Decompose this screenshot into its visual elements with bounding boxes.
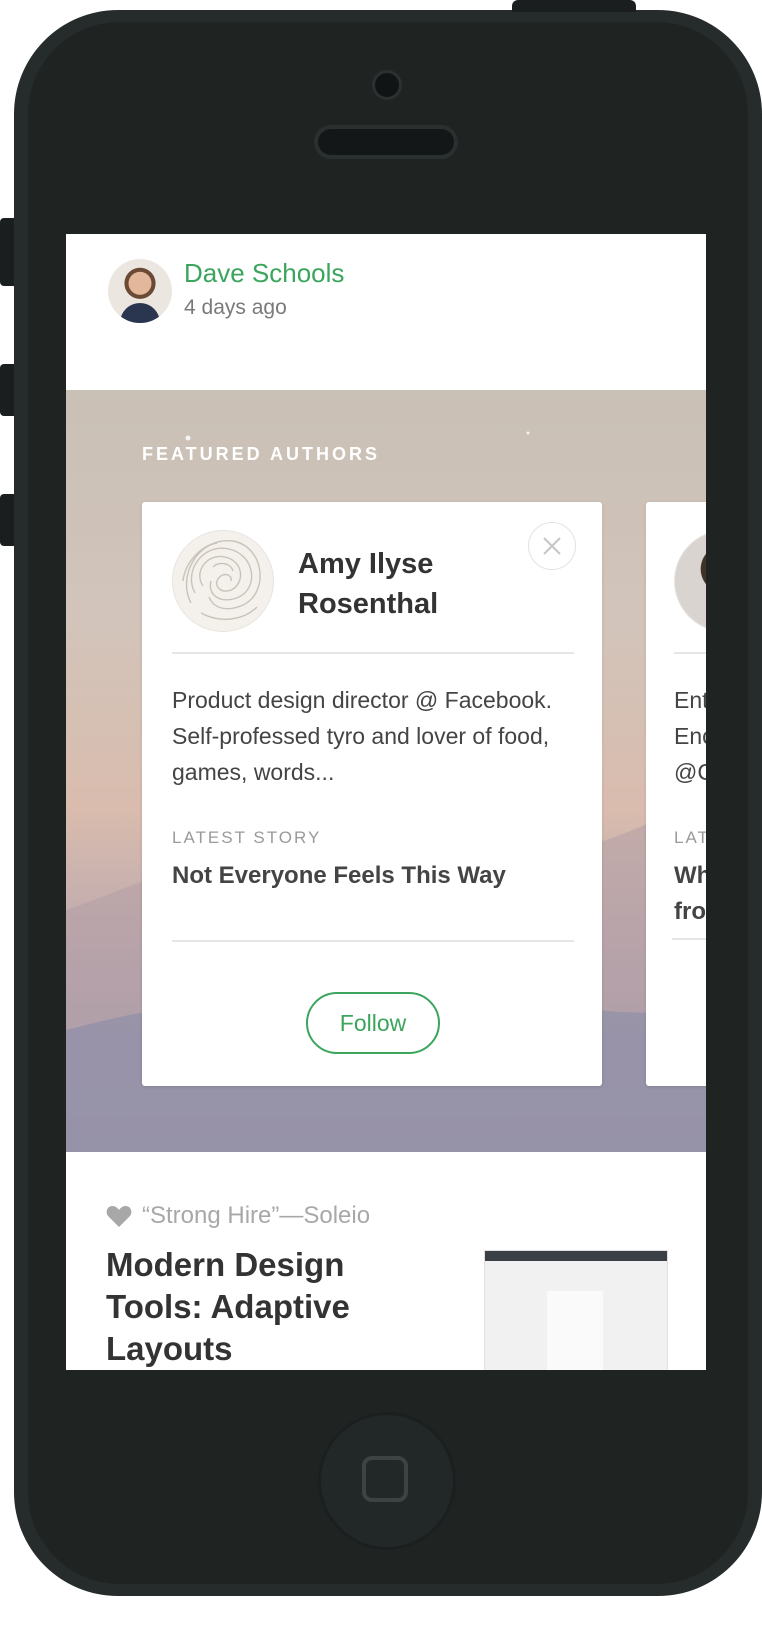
author-bio: Product design director @ Facebook. Self… — [172, 687, 553, 785]
story-thumbnail[interactable] — [484, 1250, 668, 1370]
card-divider — [172, 940, 574, 942]
story-title[interactable]: Modern Design Tools: Adaptive Layouts — [106, 1244, 436, 1370]
thumbnail-panel — [547, 1291, 603, 1370]
card-divider — [172, 652, 574, 654]
phone-screen: Dave Schools 4 days ago FEATURED AUTHORS — [66, 234, 706, 1370]
follow-button[interactable]: Follow — [306, 992, 440, 1054]
recommendation-text: “Strong Hire”—Soleio — [142, 1202, 371, 1229]
latest-story-label: LATEST STORY — [172, 828, 322, 847]
latest-story-link[interactable]: Wh fro — [674, 858, 706, 930]
thumbnail-toolbar — [485, 1251, 667, 1261]
latest-story-label: LAT — [674, 828, 706, 847]
latest-story-link[interactable]: Not Everyone Feels This Way — [172, 858, 572, 894]
card-divider — [672, 938, 706, 940]
power-button — [512, 0, 636, 12]
card-divider — [674, 652, 706, 654]
volume-up-button — [0, 364, 14, 416]
earpiece-speaker — [318, 129, 454, 155]
avatar[interactable] — [108, 259, 172, 323]
close-icon — [543, 537, 561, 555]
author-bio: Ent Enc @C — [674, 687, 706, 785]
front-camera — [375, 73, 399, 97]
post-header: Dave Schools 4 days ago — [66, 234, 706, 390]
author-name[interactable]: Amy Ilyse Rosenthal — [298, 544, 528, 624]
heart-icon — [106, 1206, 132, 1227]
mute-switch — [0, 218, 14, 286]
author-name-link[interactable]: Dave Schools — [184, 258, 344, 289]
featured-authors-heading: FEATURED AUTHORS — [142, 444, 380, 464]
dismiss-button[interactable] — [528, 522, 576, 570]
author-avatar[interactable] — [674, 530, 706, 632]
story-preview[interactable]: “Strong Hire”—Soleio Modern Design Tools… — [66, 1152, 706, 1370]
featured-authors-section: FEATURED AUTHORS Amy Ilyse Rosenthal Pro… — [66, 390, 706, 1152]
swirl-logo-icon — [182, 540, 261, 620]
recommendation-line: “Strong Hire”—Soleio — [106, 1202, 370, 1230]
author-card: Ent Enc @C LAT Wh fro — [646, 502, 706, 1086]
author-avatar[interactable] — [172, 530, 274, 632]
volume-down-button — [0, 494, 14, 546]
home-square-icon — [362, 1456, 408, 1502]
post-timestamp: 4 days ago — [184, 296, 287, 319]
author-card: Amy Ilyse Rosenthal Product design direc… — [142, 502, 602, 1086]
